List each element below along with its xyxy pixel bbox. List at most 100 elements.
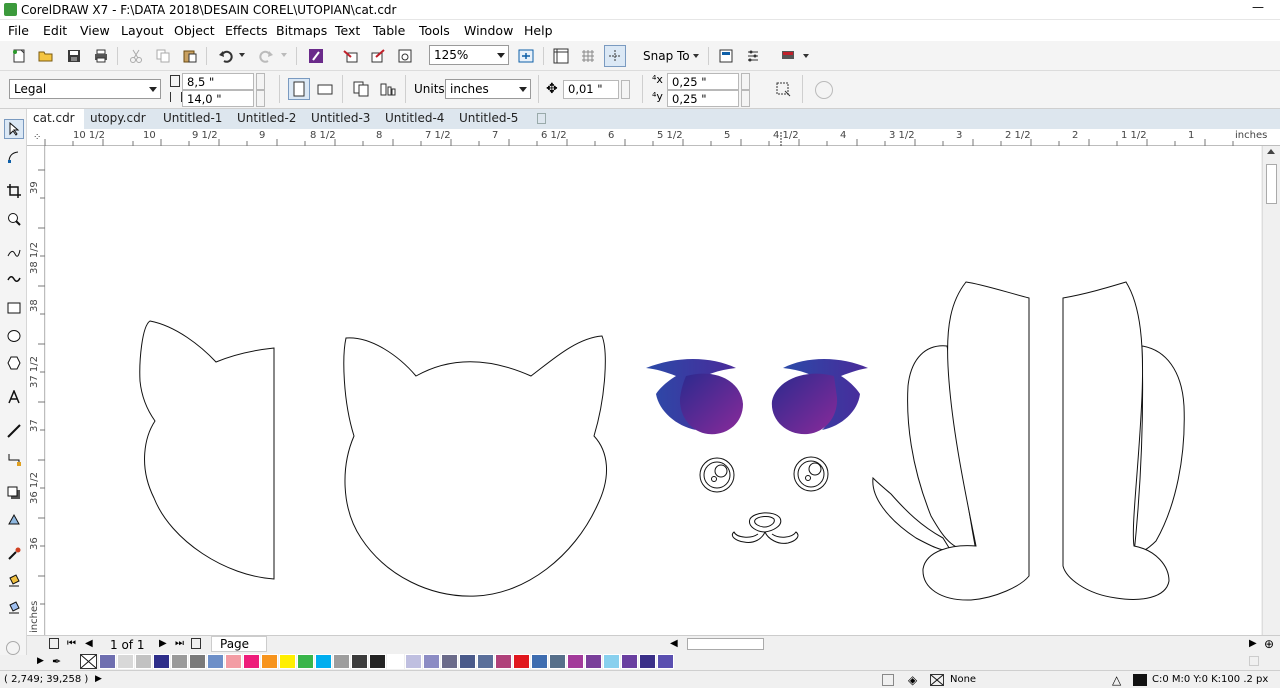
outline-pen-icon[interactable]: △ [1112,673,1121,687]
full-screen-icon[interactable] [515,45,537,67]
show-rulers-icon[interactable] [550,45,572,67]
minimize-button[interactable]: — [1252,0,1266,20]
color-swatch[interactable] [135,654,152,669]
new-document-icon[interactable] [8,45,30,67]
menu-window[interactable]: Window [464,23,513,38]
color-swatch[interactable] [315,654,332,669]
paste-icon[interactable] [179,45,201,67]
treat-as-filled-icon[interactable] [772,78,794,100]
color-swatch[interactable] [189,654,206,669]
color-swatch[interactable] [261,654,278,669]
redo-dropdown-icon[interactable] [281,53,287,57]
ruler-crosshair-icon[interactable]: ⁘ [33,132,41,143]
launcher-chevron-icon[interactable] [803,54,809,58]
color-swatch[interactable] [621,654,638,669]
eye-left-shape[interactable] [646,359,743,435]
status-play-icon[interactable]: ▶ [95,674,102,684]
tab-untitled-4[interactable]: Untitled-4 [379,109,453,129]
tab-untitled-1[interactable]: Untitled-1 [157,109,231,129]
landscape-icon[interactable] [314,78,336,100]
tab-cat-cdr[interactable]: cat.cdr [27,109,84,129]
nose-mouth-shape[interactable] [731,512,799,544]
current-page-icon[interactable] [377,78,399,100]
menu-text[interactable]: Text [335,23,360,38]
color-swatch[interactable] [243,654,260,669]
zoom-tool-icon[interactable] [4,209,24,229]
toolbox-options-icon[interactable] [6,641,20,655]
color-swatch[interactable] [225,654,242,669]
color-swatch[interactable] [549,654,566,669]
vertical-scrollbar[interactable] [1262,146,1280,636]
color-swatch[interactable] [207,654,224,669]
color-swatch[interactable] [459,654,476,669]
cut-icon[interactable] [125,45,147,67]
new-tab-icon[interactable] [537,113,546,124]
color-swatch[interactable] [279,654,296,669]
left-leg-shape[interactable] [872,281,1030,601]
color-swatch[interactable] [585,654,602,669]
save-icon[interactable] [63,45,85,67]
horizontal-scroll-thumb[interactable] [687,638,764,650]
smart-fill-tool-icon[interactable] [4,598,24,618]
redo-icon[interactable] [255,45,277,67]
options-circle-icon[interactable] [815,81,833,99]
color-swatch[interactable] [603,654,620,669]
connector-tool-icon[interactable] [4,449,24,469]
drawing-canvas[interactable] [46,146,1261,635]
first-page-icon[interactable]: ⏮ [67,638,76,649]
tab-untitled-3[interactable]: Untitled-3 [305,109,379,129]
nudge-spinner[interactable] [621,80,630,99]
ellipse-tool-icon[interactable] [4,326,24,346]
color-swatch[interactable] [441,654,458,669]
color-swatch[interactable] [387,654,404,669]
scroll-right-icon[interactable]: ▶ [1249,638,1257,649]
no-color-swatch[interactable] [80,654,97,669]
page-height-field[interactable]: 14,0 " [182,90,254,107]
color-swatch[interactable] [423,654,440,669]
duplicate-y-spinner[interactable] [741,90,750,107]
color-swatch[interactable] [99,654,116,669]
undo-dropdown-icon[interactable] [239,53,245,57]
portrait-icon[interactable] [288,78,310,100]
print-icon[interactable] [90,45,112,67]
transparency-tool-icon[interactable] [4,510,24,530]
pick-tool-icon[interactable] [4,119,24,139]
right-leg-shape[interactable] [1062,281,1185,600]
all-pages-icon[interactable] [350,78,372,100]
crop-tool-icon[interactable] [4,181,24,201]
next-page-icon[interactable]: ▶ [159,638,167,649]
menu-object[interactable]: Object [174,23,215,38]
add-page-before-icon[interactable] [49,638,59,649]
pupil-left-shape[interactable] [699,457,735,493]
snap-to-chevron-icon[interactable] [693,54,699,58]
interactive-fill-tool-icon[interactable] [4,571,24,591]
menu-layout[interactable]: Layout [121,23,164,38]
color-swatch[interactable] [531,654,548,669]
menu-tools[interactable]: Tools [419,23,450,38]
color-swatch[interactable] [369,654,386,669]
duplicate-x-field[interactable]: 0,25 " [667,73,739,90]
tab-untitled-5[interactable]: Untitled-5 [453,109,533,129]
color-swatch[interactable] [513,654,530,669]
color-swatch[interactable] [171,654,188,669]
palette-scroll-icon[interactable]: ▶ [37,656,44,666]
polygon-tool-icon[interactable] [4,353,24,373]
color-swatch[interactable] [351,654,368,669]
import-icon[interactable] [340,45,362,67]
snap-to-dropdown[interactable]: Snap To [643,49,690,63]
menu-help[interactable]: Help [524,23,553,38]
color-eyedropper-tool-icon[interactable] [4,544,24,564]
tab-utopy-cdr[interactable]: utopy.cdr [84,109,157,129]
scroll-up-icon[interactable] [1267,149,1275,154]
page-size-select[interactable]: Legal [9,79,161,99]
tab-untitled-2[interactable]: Untitled-2 [231,109,305,129]
color-swatch[interactable] [117,654,134,669]
menu-table[interactable]: Table [373,23,405,38]
options-icon[interactable] [742,45,764,67]
palette-options-icon[interactable] [1249,656,1259,666]
application-launcher-icon[interactable] [777,45,799,67]
color-swatch[interactable] [333,654,350,669]
color-swatch[interactable] [567,654,584,669]
publish-pdf-icon[interactable] [394,45,416,67]
add-page-after-icon[interactable] [191,638,201,649]
